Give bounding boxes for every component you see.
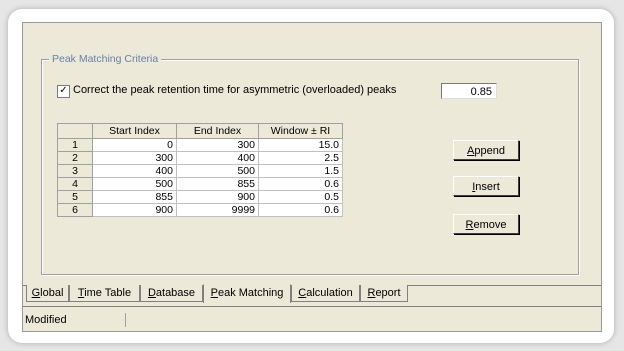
- table-row: 6 900 9999 0.6: [57, 203, 343, 217]
- table-header-start-index: Start Index: [92, 123, 177, 139]
- start-index-cell[interactable]: 900: [92, 203, 177, 217]
- table-header-window-ri: Window ± RI: [258, 123, 343, 139]
- table-row: 5 855 900 0.5: [57, 190, 343, 204]
- tab-global[interactable]: Global: [26, 285, 69, 302]
- window-ri-cell[interactable]: 1.5: [258, 164, 343, 178]
- row-number[interactable]: 4: [57, 177, 93, 191]
- end-index-cell[interactable]: 300: [176, 138, 259, 152]
- end-index-cell[interactable]: 400: [176, 151, 259, 165]
- criteria-group-title: Peak Matching Criteria: [49, 53, 162, 65]
- end-index-cell[interactable]: 500: [176, 164, 259, 178]
- window-ri-cell[interactable]: 2.5: [258, 151, 343, 165]
- window-ri-cell[interactable]: 15.0: [258, 138, 343, 152]
- tab-calculation[interactable]: Calculation: [291, 285, 360, 302]
- peak-window-table: Start Index End Index Window ± RI 1 0 30…: [57, 123, 343, 217]
- table-header-row: Start Index End Index Window ± RI: [57, 123, 343, 139]
- end-index-cell[interactable]: 855: [176, 177, 259, 191]
- table-header-end-index: End Index: [176, 123, 259, 139]
- start-index-cell[interactable]: 0: [92, 138, 177, 152]
- row-number[interactable]: 2: [57, 151, 93, 165]
- row-number[interactable]: 5: [57, 190, 93, 204]
- start-index-cell[interactable]: 500: [92, 177, 177, 191]
- asymmetric-correction-checkbox[interactable]: ✓: [57, 85, 70, 98]
- tab-time-table[interactable]: Time Table: [69, 285, 140, 302]
- table-row: 1 0 300 15.0: [57, 138, 343, 152]
- row-number[interactable]: 3: [57, 164, 93, 178]
- end-index-cell[interactable]: 900: [176, 190, 259, 204]
- table-row: 4 500 855 0.6: [57, 177, 343, 191]
- tab-peak-matching[interactable]: Peak Matching: [203, 284, 291, 303]
- table-header-corner: [57, 123, 93, 139]
- window-ri-cell[interactable]: 0.5: [258, 190, 343, 204]
- window-ri-cell[interactable]: 0.6: [258, 203, 343, 217]
- start-index-cell[interactable]: 300: [92, 151, 177, 165]
- correction-factor-input[interactable]: 0.85: [441, 83, 497, 99]
- row-number[interactable]: 6: [57, 203, 93, 217]
- insert-button[interactable]: Insert: [453, 176, 519, 196]
- row-number[interactable]: 1: [57, 138, 93, 152]
- status-text: Modified: [25, 313, 126, 327]
- tab-report[interactable]: Report: [360, 285, 408, 302]
- append-button[interactable]: Append: [453, 140, 519, 160]
- tab-database[interactable]: Database: [140, 285, 203, 302]
- remove-button[interactable]: Remove: [453, 214, 519, 234]
- table-row: 3 400 500 1.5: [57, 164, 343, 178]
- peak-matching-dialog: Peak Matching Criteria ✓ Correct the pea…: [22, 22, 602, 332]
- table-row: 2 300 400 2.5: [57, 151, 343, 165]
- start-index-cell[interactable]: 855: [92, 190, 177, 204]
- start-index-cell[interactable]: 400: [92, 164, 177, 178]
- end-index-cell[interactable]: 9999: [176, 203, 259, 217]
- status-bar: Modified: [23, 306, 601, 331]
- asymmetric-correction-label: Correct the peak retention time for asym…: [73, 84, 397, 96]
- window-ri-cell[interactable]: 0.6: [258, 177, 343, 191]
